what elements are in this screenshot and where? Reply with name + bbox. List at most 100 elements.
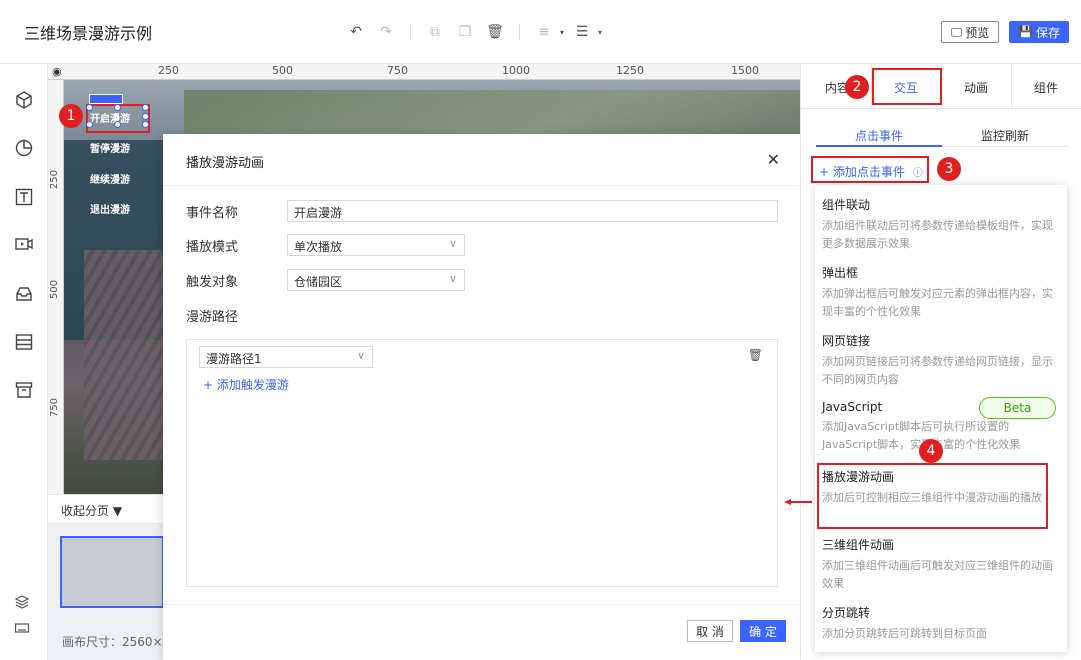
component-tag [89, 94, 123, 104]
arrow-left-icon [784, 499, 812, 505]
menu-item-title: 分页跳转 [822, 606, 871, 620]
text-icon[interactable] [12, 185, 36, 209]
cube-icon[interactable] [12, 88, 36, 112]
scene-exit-button[interactable]: 退出漫游 [90, 201, 130, 216]
align-caret-icon[interactable]: ▾ [560, 28, 564, 37]
roam-route-label: 漫游路径 [186, 310, 239, 325]
menu-item-desc: 添加组件联动后可将参数传递给模板组件，实现更多数据展示效果 [822, 219, 1053, 250]
chevron-down-icon: ∨ [448, 237, 457, 250]
undo-icon[interactable]: ↶ [344, 22, 368, 42]
trash-icon[interactable]: 🗑 [748, 348, 763, 362]
trigger-target-select[interactable]: 仓储园区 ∨ [287, 269, 465, 291]
redo-icon[interactable]: ↷ [374, 22, 398, 42]
ruler-tick: 250 [158, 64, 179, 77]
preview-label: 预览 [965, 25, 990, 40]
cancel-button[interactable]: 取 消 [687, 620, 733, 642]
event-name-input[interactable]: 开启漫游 [287, 200, 778, 222]
subtab-monitor-refresh[interactable]: 监控刷新 [981, 127, 1029, 144]
save-label: 保存 [1035, 25, 1060, 40]
tab-animation[interactable]: 动画 [964, 79, 988, 96]
scene-resume-button[interactable]: 继续漫游 [90, 171, 130, 186]
monitor-icon: 🖵 [950, 24, 963, 39]
resize-handle[interactable] [142, 121, 149, 128]
archive-icon[interactable] [12, 378, 36, 402]
paste-icon[interactable]: ❐ [453, 22, 477, 42]
resize-handle[interactable] [114, 104, 121, 111]
app-title: 三维场景漫游示例 [24, 24, 153, 43]
menu-item-page-jump[interactable]: 分页跳转 添加分页跳转后可跳转到目标页面 [822, 604, 1058, 643]
chevron-down-icon: ∨ [356, 349, 365, 362]
resize-handle[interactable] [86, 121, 93, 128]
add-trigger-roam-link[interactable]: + 添加触发漫游 [203, 376, 289, 393]
tab-divider [1011, 64, 1012, 109]
annotation-badge-4: 4 [919, 439, 943, 463]
annotation-frame-3 [811, 156, 929, 183]
left-rail [0, 64, 48, 660]
save-icon: 💾 [1018, 25, 1033, 39]
scene-pause-button[interactable]: 暂停漫游 [90, 140, 130, 155]
resize-handle[interactable] [86, 104, 93, 111]
trigger-target-value: 仓储园区 [294, 275, 343, 289]
ruler-vtick: 750 [49, 398, 60, 418]
roam-route-select[interactable]: 漫游路径1 ∨ [199, 346, 373, 368]
ok-button[interactable]: 确 定 [740, 620, 786, 642]
annotation-badge-1: 1 [59, 104, 83, 128]
trigger-target-label: 触发对象 [186, 275, 239, 290]
ruler-tick: 1500 [731, 64, 759, 77]
layer-icon[interactable]: ☰ [570, 22, 594, 42]
keyboard-icon[interactable] [14, 620, 34, 640]
menu-item-title: 三维组件动画 [822, 538, 895, 552]
layer-caret-icon[interactable]: ▾ [598, 28, 602, 37]
align-icon[interactable]: ≡ [532, 22, 556, 42]
layers-icon[interactable] [14, 594, 34, 614]
beta-badge: Beta [979, 397, 1056, 419]
annotation-frame-4 [817, 463, 1048, 529]
event-name-label: 事件名称 [186, 206, 239, 221]
save-button[interactable]: 💾 保存 [1009, 21, 1069, 43]
canvas-size-text: 画布尺寸：2560×1( [62, 635, 175, 649]
inbox-icon[interactable] [12, 282, 36, 306]
roam-route-box: 漫游路径1 ∨ 🗑 + 添加触发漫游 [186, 339, 778, 587]
menu-item-desc: 添加三维组件动画后可触发对应三维组件的动画效果 [822, 559, 1053, 590]
eye-icon[interactable]: ◉ [52, 65, 62, 78]
toolbar-divider [410, 24, 411, 40]
menu-item-popup[interactable]: 弹出框 添加弹出框后可触发对应元素的弹出框内容，实现丰富的个性化效果 [822, 264, 1058, 321]
resize-handle[interactable] [114, 121, 121, 128]
delete-icon[interactable]: 🗑 [483, 22, 507, 42]
table-icon[interactable] [12, 330, 36, 354]
play-roam-modal: 播放漫游动画 ✕ 事件名称 开启漫游 播放模式 单次播放 ∨ 触发对象 仓储园区… [163, 134, 800, 660]
sub-tabs: 点击事件 监控刷新 [816, 123, 1068, 147]
page-thumbnail[interactable] [60, 536, 164, 608]
ruler-tick: 1250 [616, 64, 644, 77]
ruler-top: ◉ 250 500 750 1000 1250 1500 [48, 64, 800, 80]
menu-item-web-link[interactable]: 网页链接 添加网页链接后可将参数传递给网页链接，显示不同的网页内容 [822, 332, 1058, 389]
preview-button[interactable]: 🖵 预览 [941, 21, 999, 43]
menu-item-title: 网页链接 [822, 334, 871, 348]
resize-handle[interactable] [142, 104, 149, 111]
modal-header: 播放漫游动画 ✕ [163, 134, 800, 186]
close-icon[interactable]: ✕ [767, 150, 780, 169]
play-mode-select[interactable]: 单次播放 ∨ [287, 234, 465, 256]
ruler-tick: 500 [272, 64, 293, 77]
toolbar: ↶ ↷ ⧉ ❐ 🗑 ≡ ▾ ☰ ▾ [344, 22, 602, 42]
ruler-vtick: 500 [49, 280, 60, 300]
video-icon[interactable] [12, 232, 36, 256]
annotation-badge-3: 3 [937, 157, 961, 181]
subtab-click-event[interactable]: 点击事件 [855, 127, 903, 144]
menu-item-desc: 添加网页链接后可将参数传递给网页链接，显示不同的网页内容 [822, 355, 1053, 386]
chevron-down-icon: ∨ [448, 272, 457, 285]
ruler-vtick: 250 [49, 170, 60, 190]
collapse-pages-label[interactable]: 收起分页 ▼ [61, 502, 122, 519]
roam-route-value: 漫游路径1 [206, 352, 262, 366]
resize-handle[interactable] [142, 113, 149, 120]
menu-item-3d-animation[interactable]: 三维组件动画 添加三维组件动画后可触发对应三维组件的动画效果 [822, 536, 1058, 593]
annotation-frame-2 [872, 68, 942, 105]
tab-component[interactable]: 组件 [1034, 79, 1058, 96]
toolbar-divider [519, 24, 520, 40]
menu-item-component-link[interactable]: 组件联动 添加组件联动后可将参数传递给模板组件，实现更多数据展示效果 [822, 196, 1058, 253]
modal-title: 播放漫游动画 [186, 156, 265, 171]
menu-item-desc: 添加分页跳转后可跳转到目标页面 [822, 627, 987, 640]
pie-chart-icon[interactable] [12, 136, 36, 160]
copy-icon[interactable]: ⧉ [423, 22, 447, 42]
ruler-left: 250 500 750 [48, 80, 64, 500]
